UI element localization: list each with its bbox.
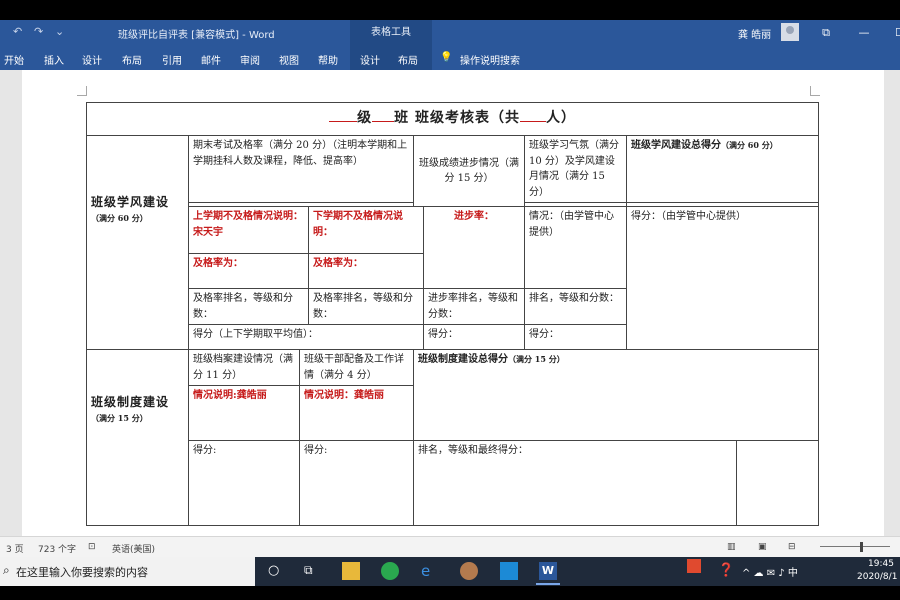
pass-rank-this[interactable]: 及格率排名，等级和分数： (308, 288, 424, 325)
tray-icons[interactable]: ^ ☁ ✉ ♪ 中 (742, 564, 798, 579)
help-icon[interactable]: ❓ (718, 563, 734, 578)
word-count[interactable]: 723 个字 (38, 542, 76, 555)
class-blank[interactable] (372, 121, 395, 123)
search-icon: ⌕ (3, 563, 10, 577)
progress-rate[interactable]: 进步率： (423, 206, 525, 289)
ribbon-tabs: 开始 插入 设计 布局 引用 邮件 审阅 视图 帮助 设计 布局 💡 操作说明搜… (0, 45, 900, 70)
score-progress[interactable]: 得分： (423, 324, 525, 350)
minimize-button[interactable]: — (846, 20, 882, 45)
tab-review[interactable]: 审阅 (240, 52, 260, 67)
web-layout-icon[interactable]: ⊟ (788, 542, 796, 552)
search-placeholder: 在这里输入你要搜索的内容 (16, 566, 148, 579)
atmosphere-rank[interactable]: 排名，等级和分数： (524, 288, 627, 325)
this-term-fail-note[interactable]: 下学期不及格情况说明： (308, 206, 424, 254)
grade-blank[interactable] (329, 121, 358, 123)
margin-mark (77, 86, 87, 96)
print-layout-icon[interactable]: ▣ (758, 542, 767, 552)
progress-rank[interactable]: 进步率排名，等级和分数： (423, 288, 525, 325)
study-total-score[interactable]: 得分：（由学管中心提供） (625, 206, 820, 350)
word-icon[interactable]: W (539, 562, 557, 580)
lightbulb-icon: 💡 (440, 52, 453, 63)
tab-home[interactable]: 开始 (4, 52, 24, 67)
archive-note[interactable]: 情况说明:龚皓丽 (188, 385, 300, 441)
cadre-note[interactable]: 情况说明：龚皓丽 (299, 385, 414, 441)
redo-icon[interactable]: ↷ (34, 25, 43, 38)
tell-me-search[interactable]: 操作说明搜索 (460, 52, 520, 67)
atmosphere-situation[interactable]: 情况：（由学管中心提供） (524, 206, 627, 289)
taskbar-search[interactable]: ⌕ 在这里输入你要搜索的内容 (0, 557, 255, 586)
taskbar: ⌕ 在这里输入你要搜索的内容 ○ ⧉ e W ❓ ^ ☁ ✉ ♪ 中 19:45… (0, 557, 900, 586)
header-exam-pass-rate: 期末考试及格率（满分 20 分）（注明本学期和上学期挂科人数及课程，降低、提高率… (188, 135, 414, 203)
pass-rate-this[interactable]: 及格率为： (308, 253, 424, 289)
blank-cell[interactable] (735, 440, 820, 526)
margin-mark (810, 86, 820, 96)
app-icon[interactable] (460, 562, 478, 580)
proofing-icon[interactable]: ⊡ (88, 542, 96, 552)
tab-table-layout[interactable]: 布局 (398, 52, 418, 67)
edge-icon[interactable]: e (421, 562, 439, 580)
tab-insert[interactable]: 插入 (44, 52, 64, 67)
screen-bottom-bezel (0, 586, 900, 600)
score-atmosphere[interactable]: 得分： (524, 324, 627, 350)
task-view-icon[interactable]: ⧉ (304, 563, 313, 578)
header-archive: 班级档案建设情况（满分 11 分） (188, 349, 300, 386)
tab-layout[interactable]: 布局 (122, 52, 142, 67)
read-mode-icon[interactable]: ▥ (727, 542, 736, 552)
tab-mailings[interactable]: 邮件 (201, 52, 221, 67)
zoom-slider[interactable] (820, 546, 890, 547)
score-cadre[interactable]: 得分: (299, 440, 414, 526)
header-progress: 班级成绩进步情况（满分 15 分） (413, 135, 525, 207)
customize-qat-icon[interactable]: ⌄ (55, 25, 64, 38)
last-term-fail-note[interactable]: 上学期不及格情况说明：宋天宇 (188, 206, 309, 254)
header-study-total: 班级学风建设总得分（满分 60 分） (625, 135, 820, 203)
input-method-icon[interactable] (687, 559, 701, 573)
window-title: 班级评比自评表 [兼容模式] - Word (118, 30, 275, 41)
score-average[interactable]: 得分（上下学期取平均值）： (188, 324, 424, 350)
header-system-total: 班级制度建设总得分（满分 15 分） (412, 349, 820, 441)
active-indicator (536, 583, 560, 585)
context-tab-label: 表格工具 (350, 20, 432, 45)
avatar[interactable] (781, 23, 799, 41)
header-atmosphere: 班级学习气氛（满分 10 分）及学风建设月情况（满分 15 分） (524, 135, 627, 203)
file-explorer-icon[interactable] (342, 562, 360, 580)
status-bar: 3 页 723 个字 ⊡ 英语(美国) ▥ ▣ ⊟ (0, 536, 900, 557)
section-system-heading: 班级制度建设 （满分 15 分） (86, 349, 189, 526)
tab-view[interactable]: 视图 (279, 52, 299, 67)
photos-icon[interactable] (500, 562, 518, 580)
assessment-table[interactable]: 级班 班级考核表（共 人） 班级学风建设 （满分 60 分） 期末考试及格率（满分… (85, 102, 820, 526)
score-archive[interactable]: 得分: (188, 440, 300, 526)
ribbon-display-icon[interactable]: ⧉ (808, 20, 844, 45)
pass-rate-last[interactable]: 及格率为： (188, 253, 309, 289)
clock-date[interactable]: 2020/8/1 (857, 572, 897, 582)
tab-references[interactable]: 引用 (162, 52, 182, 67)
language[interactable]: 英语(美国) (112, 542, 155, 555)
user-name[interactable]: 龚 皓丽 (738, 26, 771, 41)
tab-design[interactable]: 设计 (82, 52, 102, 67)
clock-time[interactable]: 19:45 (868, 559, 894, 569)
tab-table-design[interactable]: 设计 (360, 52, 380, 67)
page-count[interactable]: 3 页 (6, 542, 24, 555)
zoom-thumb[interactable] (860, 542, 863, 552)
pass-rank-last[interactable]: 及格率排名，等级和分数： (188, 288, 309, 325)
undo-icon[interactable]: ↶ (13, 25, 22, 38)
browser-icon[interactable] (381, 562, 399, 580)
section-study-heading: 班级学风建设 （满分 60 分） (86, 135, 189, 350)
header-cadre: 班级干部配备及工作详情（满分 4 分） (299, 349, 414, 386)
count-blank[interactable] (519, 121, 546, 123)
maximize-button[interactable]: ☐ (882, 20, 900, 45)
title-bar: ↶ ↷ ⌄ 班级评比自评表 [兼容模式] - Word 表格工具 龚 皓丽 ⧉ … (0, 20, 900, 45)
table-title: 级班 班级考核表（共 人） (85, 102, 820, 136)
final-ranking[interactable]: 排名，等级和最终得分： (413, 440, 737, 526)
tab-help[interactable]: 帮助 (318, 52, 338, 67)
cortana-icon[interactable]: ○ (268, 563, 279, 578)
